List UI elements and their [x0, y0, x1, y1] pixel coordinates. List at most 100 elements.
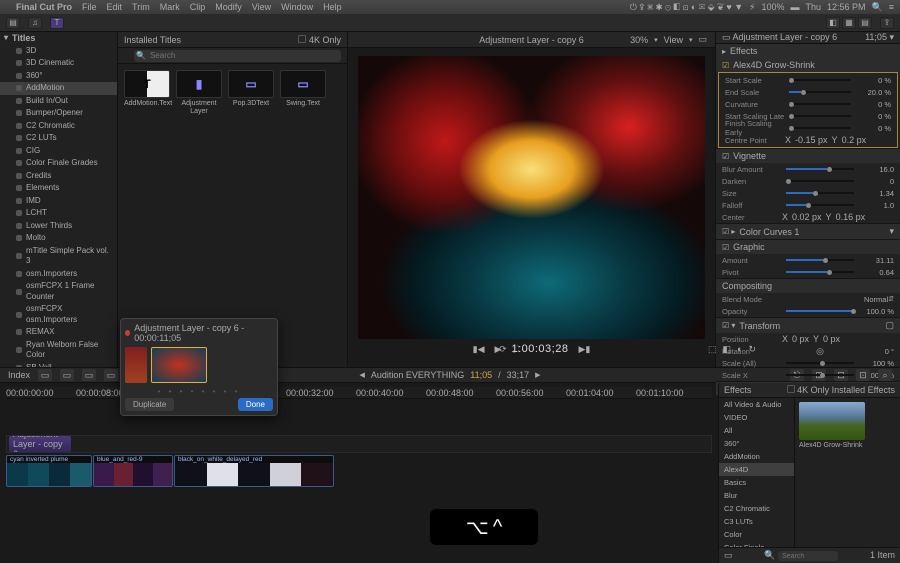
4k-only-checkbox[interactable] — [298, 35, 306, 43]
title-track[interactable]: Adjustment Layer - copy 6 — [6, 435, 712, 453]
fx-category-item[interactable]: All — [719, 424, 794, 437]
titles-root[interactable]: ▾ Titles — [0, 32, 117, 45]
timeline-ruler[interactable]: 00:00:00:0000:00:08:0000:00:16:0000:00:2… — [6, 387, 712, 399]
param-value[interactable]: 20.0 % — [855, 88, 891, 97]
app-name[interactable]: Final Cut Pro — [16, 2, 72, 12]
graphic-header[interactable]: ☑ Graphic — [716, 240, 900, 254]
compositing-header[interactable]: Compositing — [716, 279, 900, 293]
titles-item[interactable]: LCHT — [0, 207, 117, 220]
param-slider[interactable] — [789, 127, 851, 129]
param-value[interactable]: 0 % — [855, 100, 891, 109]
transform-header[interactable]: ☑ ▾ Transform▢ — [716, 318, 900, 333]
menu-modify[interactable]: Modify — [215, 2, 242, 12]
duplicate-button[interactable]: Duplicate — [125, 398, 174, 411]
title-preset-thumb[interactable]: ▮Adjustment Layer — [176, 70, 222, 116]
titles-item[interactable]: Ryan Welborn False Color — [0, 339, 117, 362]
fx-category-item[interactable]: VIDEO — [719, 411, 794, 424]
color-curves-header[interactable]: ☑ ▸ Color Curves 1▾ — [716, 224, 900, 239]
param-slider[interactable] — [786, 180, 854, 182]
fx-category-item[interactable]: Basics — [719, 476, 794, 489]
titles-item[interactable]: C2 Chromatic — [0, 120, 117, 133]
scalex-slider[interactable] — [786, 374, 854, 376]
fx-category-item[interactable]: Blur — [719, 489, 794, 502]
fx-category-item[interactable]: All Video & Audio — [719, 398, 794, 411]
fx-4k-checkbox[interactable] — [787, 385, 795, 393]
installed-effects-tab[interactable]: Installed Effects — [832, 385, 895, 395]
opacity-slider[interactable] — [786, 310, 854, 312]
menu-edit[interactable]: Edit — [107, 2, 123, 12]
titles-item[interactable]: SB Vall — [0, 362, 117, 368]
param-slider[interactable] — [789, 91, 851, 93]
workspace-button-2[interactable]: ▦ — [842, 17, 856, 29]
viewer-settings-icon[interactable]: ▭ — [698, 34, 707, 45]
vignette-center-x[interactable]: 0.02 px — [792, 212, 822, 222]
titles-item[interactable]: mTitle Simple Pack vol. 3 — [0, 245, 117, 268]
fx-category-item[interactable]: AddMotion — [719, 450, 794, 463]
audition-pick-selected[interactable] — [151, 347, 207, 383]
param-value[interactable]: 1.34 — [858, 189, 894, 198]
tl-mode-1[interactable]: ▭ — [38, 369, 52, 381]
pos-y[interactable]: 0 px — [823, 334, 840, 344]
param-value[interactable]: 0 % — [855, 112, 891, 121]
pos-x[interactable]: 0 px — [792, 334, 809, 344]
grow-shrink-header[interactable]: ☑ Alex4D Grow-Shrink — [716, 58, 900, 72]
vignette-header[interactable]: ☑ Vignette — [716, 149, 900, 163]
param-value[interactable]: 0.64 — [858, 268, 894, 277]
titles-item[interactable]: 3D — [0, 45, 117, 58]
titles-search-input[interactable] — [134, 50, 341, 62]
param-value[interactable]: 0 % — [855, 76, 891, 85]
vignette-center-y[interactable]: 0.16 px — [836, 212, 866, 222]
day[interactable]: Thu — [805, 2, 821, 12]
retime-tool-icon[interactable]: ↻ — [748, 344, 756, 355]
param-slider[interactable] — [786, 259, 854, 261]
titles-item[interactable]: AddMotion — [0, 82, 117, 95]
titles-item[interactable]: osmFCPX 1 Frame Counter — [0, 280, 117, 303]
param-value[interactable]: 31.11 — [858, 256, 894, 265]
status-icons[interactable]: ⏻ ⇪ ⌘ ✱ ⊙ ◧ ⊡ ◐ ✉ ⬙ ❦ ♥ ▼ — [630, 2, 743, 13]
scale-value[interactable]: 100 % — [858, 359, 894, 368]
inspector-tab-video-icon[interactable]: ▭ — [722, 32, 731, 42]
prev-edit-icon[interactable]: ▮◀ — [473, 344, 485, 355]
viewer-timecode[interactable]: 1:00:03;28 — [511, 343, 568, 355]
titles-item[interactable]: Color Finale Grades — [0, 157, 117, 170]
enhance-tool-icon[interactable]: ◐ — [737, 344, 742, 355]
opacity-value[interactable]: 100.0 % — [858, 307, 894, 316]
title-preset-thumb[interactable]: ▭Pop.3DText — [228, 70, 274, 116]
audition-pick-1[interactable] — [125, 347, 147, 383]
audition-page-dots[interactable]: • • • • • • • • — [125, 387, 273, 396]
workspace-button-1[interactable]: ◧ — [826, 17, 840, 29]
done-button[interactable]: Done — [238, 398, 273, 411]
menu-trim[interactable]: Trim — [132, 2, 150, 12]
timeline-back-icon[interactable]: ◀ — [359, 371, 364, 379]
transform-tool-icon[interactable]: ⬚ — [708, 344, 717, 355]
next-edit-icon[interactable]: ▶▮ — [578, 344, 590, 355]
titles-item[interactable]: osmFCPX osm.Importers — [0, 303, 117, 326]
menu-help[interactable]: Help — [323, 2, 342, 12]
library-toggle-button[interactable]: ▤ — [6, 17, 20, 29]
fullscreen-icon[interactable]: ⛶ — [513, 344, 519, 355]
menu-view[interactable]: View — [252, 2, 271, 12]
menu-mark[interactable]: Mark — [160, 2, 180, 12]
index-button[interactable]: Index — [8, 370, 30, 380]
titles-item[interactable]: REMAX — [0, 326, 117, 339]
centre-y-value[interactable]: 0.2 px — [842, 135, 867, 145]
share-button[interactable]: ⇪ — [880, 17, 894, 29]
blend-mode-value[interactable]: Normal — [852, 295, 888, 304]
tl-mode-4[interactable]: ▭ — [104, 369, 118, 381]
param-value[interactable]: 0 — [858, 177, 894, 186]
titles-item[interactable]: CIG — [0, 145, 117, 158]
crop-tool-icon[interactable]: ◧ — [723, 344, 732, 355]
centre-x-value[interactable]: -0.15 px — [795, 135, 828, 145]
video-clip[interactable]: cyan inverted plume — [6, 455, 92, 487]
inspector-expand-icon[interactable]: ▾ — [889, 32, 894, 42]
titles-toggle-button[interactable]: T — [50, 17, 64, 29]
viewport[interactable] — [358, 56, 705, 339]
adjustment-layer-clip[interactable]: Adjustment Layer - copy 6 — [9, 436, 71, 452]
fx-category-item[interactable]: Alex4D — [719, 463, 794, 476]
titles-item[interactable]: 3D Cinematic — [0, 57, 117, 70]
viewer-view-menu[interactable]: View — [664, 35, 683, 45]
tl-mode-2[interactable]: ▭ — [60, 369, 74, 381]
param-slider[interactable] — [786, 204, 854, 206]
param-slider[interactable] — [786, 271, 854, 273]
param-slider[interactable] — [786, 192, 854, 194]
